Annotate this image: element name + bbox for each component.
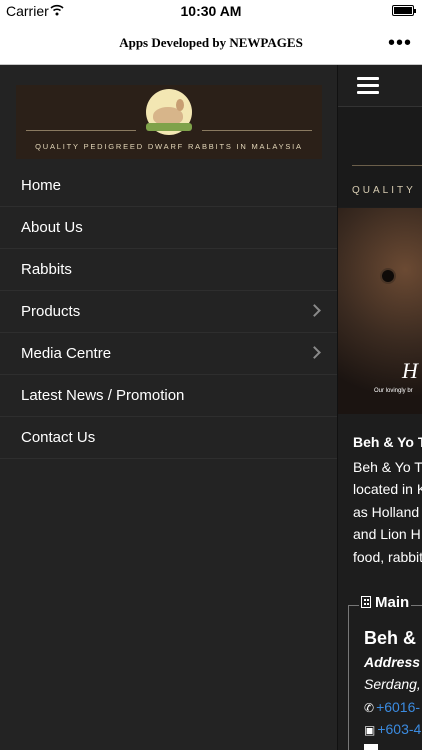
grass-shape <box>146 123 192 131</box>
header-divider <box>352 165 422 166</box>
menu-item-products[interactable]: Products <box>0 291 337 333</box>
rabbit-ear-shape <box>176 99 184 111</box>
contact-legend-label: Main <box>375 594 410 611</box>
menu-item-contact-us[interactable]: Contact Us <box>0 417 337 459</box>
intro-line: Beh & Yo T <box>353 459 422 475</box>
menu-list: Home About Us Rabbits Products Media Cen… <box>0 165 337 459</box>
logo-tagline: QUALITY PEDIGREED DWARF RABBITS IN MALAY… <box>35 142 303 151</box>
menu-item-latest-news[interactable]: Latest News / Promotion <box>0 375 337 417</box>
address-value: Serdang, <box>364 676 421 692</box>
menu-item-label: Products <box>21 303 81 320</box>
logo-divider-left <box>26 130 136 131</box>
menu-item-label: Media Centre <box>21 345 112 362</box>
intro-line: located in K <box>353 481 422 497</box>
hamburger-line <box>357 84 379 87</box>
menu-item-home[interactable]: Home <box>0 165 337 207</box>
rabbit-eye-shape <box>382 270 394 282</box>
menu-item-rabbits[interactable]: Rabbits <box>0 249 337 291</box>
phone-icon: ✆ <box>364 701 375 715</box>
clock: 10:30 AM <box>180 3 242 19</box>
menu-item-label: Rabbits <box>21 261 72 278</box>
building-icon <box>361 596 371 608</box>
chevron-right-icon <box>308 346 321 359</box>
menu-item-label: Contact Us <box>21 429 96 446</box>
main-content-panel[interactable]: QUALITY H Our lovingly br Beh & Yo T Beh… <box>338 65 422 750</box>
page-title: Apps Developed by NEWPAGES <box>119 35 303 50</box>
hamburger-line <box>357 91 379 94</box>
hamburger-line <box>357 77 379 80</box>
hamburger-icon[interactable] <box>357 77 379 95</box>
navigation-bar: Apps Developed by NEWPAGES ••• <box>0 22 422 65</box>
phone-link[interactable]: ✆ +6016- <box>364 699 420 715</box>
menu-item-about-us[interactable]: About Us <box>0 207 337 249</box>
menu-item-label: Home <box>21 177 62 194</box>
hero-image: H Our lovingly br <box>338 208 422 414</box>
side-menu: QUALITY PEDIGREED DWARF RABBITS IN MALAY… <box>0 65 338 750</box>
intro-section: Beh & Yo T Beh & Yo T located in K as Ho… <box>338 414 422 750</box>
mail-icon <box>364 744 378 750</box>
intro-line: food, rabbit <box>353 549 422 565</box>
chevron-right-icon <box>308 304 321 317</box>
address-label: Address <box>364 654 421 670</box>
battery-icon <box>392 5 416 16</box>
intro-line: as Holland <box>353 504 420 520</box>
logo-divider-right <box>202 130 312 131</box>
ellipsis-icon[interactable]: ••• <box>388 33 412 53</box>
fax-number: +603-4 <box>377 721 422 737</box>
menu-item-label: Latest News / Promotion <box>21 387 185 404</box>
menu-item-label: About Us <box>21 219 83 236</box>
fax-icon: ▣ <box>364 723 376 737</box>
phone-number: +6016- <box>376 699 421 715</box>
hero-heading: H <box>402 358 418 383</box>
intro-title: Beh & Yo T <box>353 434 422 450</box>
hero-caption: Our lovingly br <box>374 388 413 394</box>
company-name: Beh & <box>364 628 417 648</box>
contact-legend: Main <box>359 594 412 611</box>
content-toolbar <box>338 65 422 107</box>
status-bar: Carrier 10:30 AM <box>0 0 422 22</box>
site-logo[interactable]: QUALITY PEDIGREED DWARF RABBITS IN MALAY… <box>16 85 322 159</box>
menu-item-media-centre[interactable]: Media Centre <box>0 333 337 375</box>
contact-box-border <box>348 605 349 750</box>
intro-line: and Lion H <box>353 526 421 542</box>
fax-link[interactable]: ▣ +603-4 <box>364 721 421 737</box>
header-tagline: QUALITY <box>352 185 416 196</box>
